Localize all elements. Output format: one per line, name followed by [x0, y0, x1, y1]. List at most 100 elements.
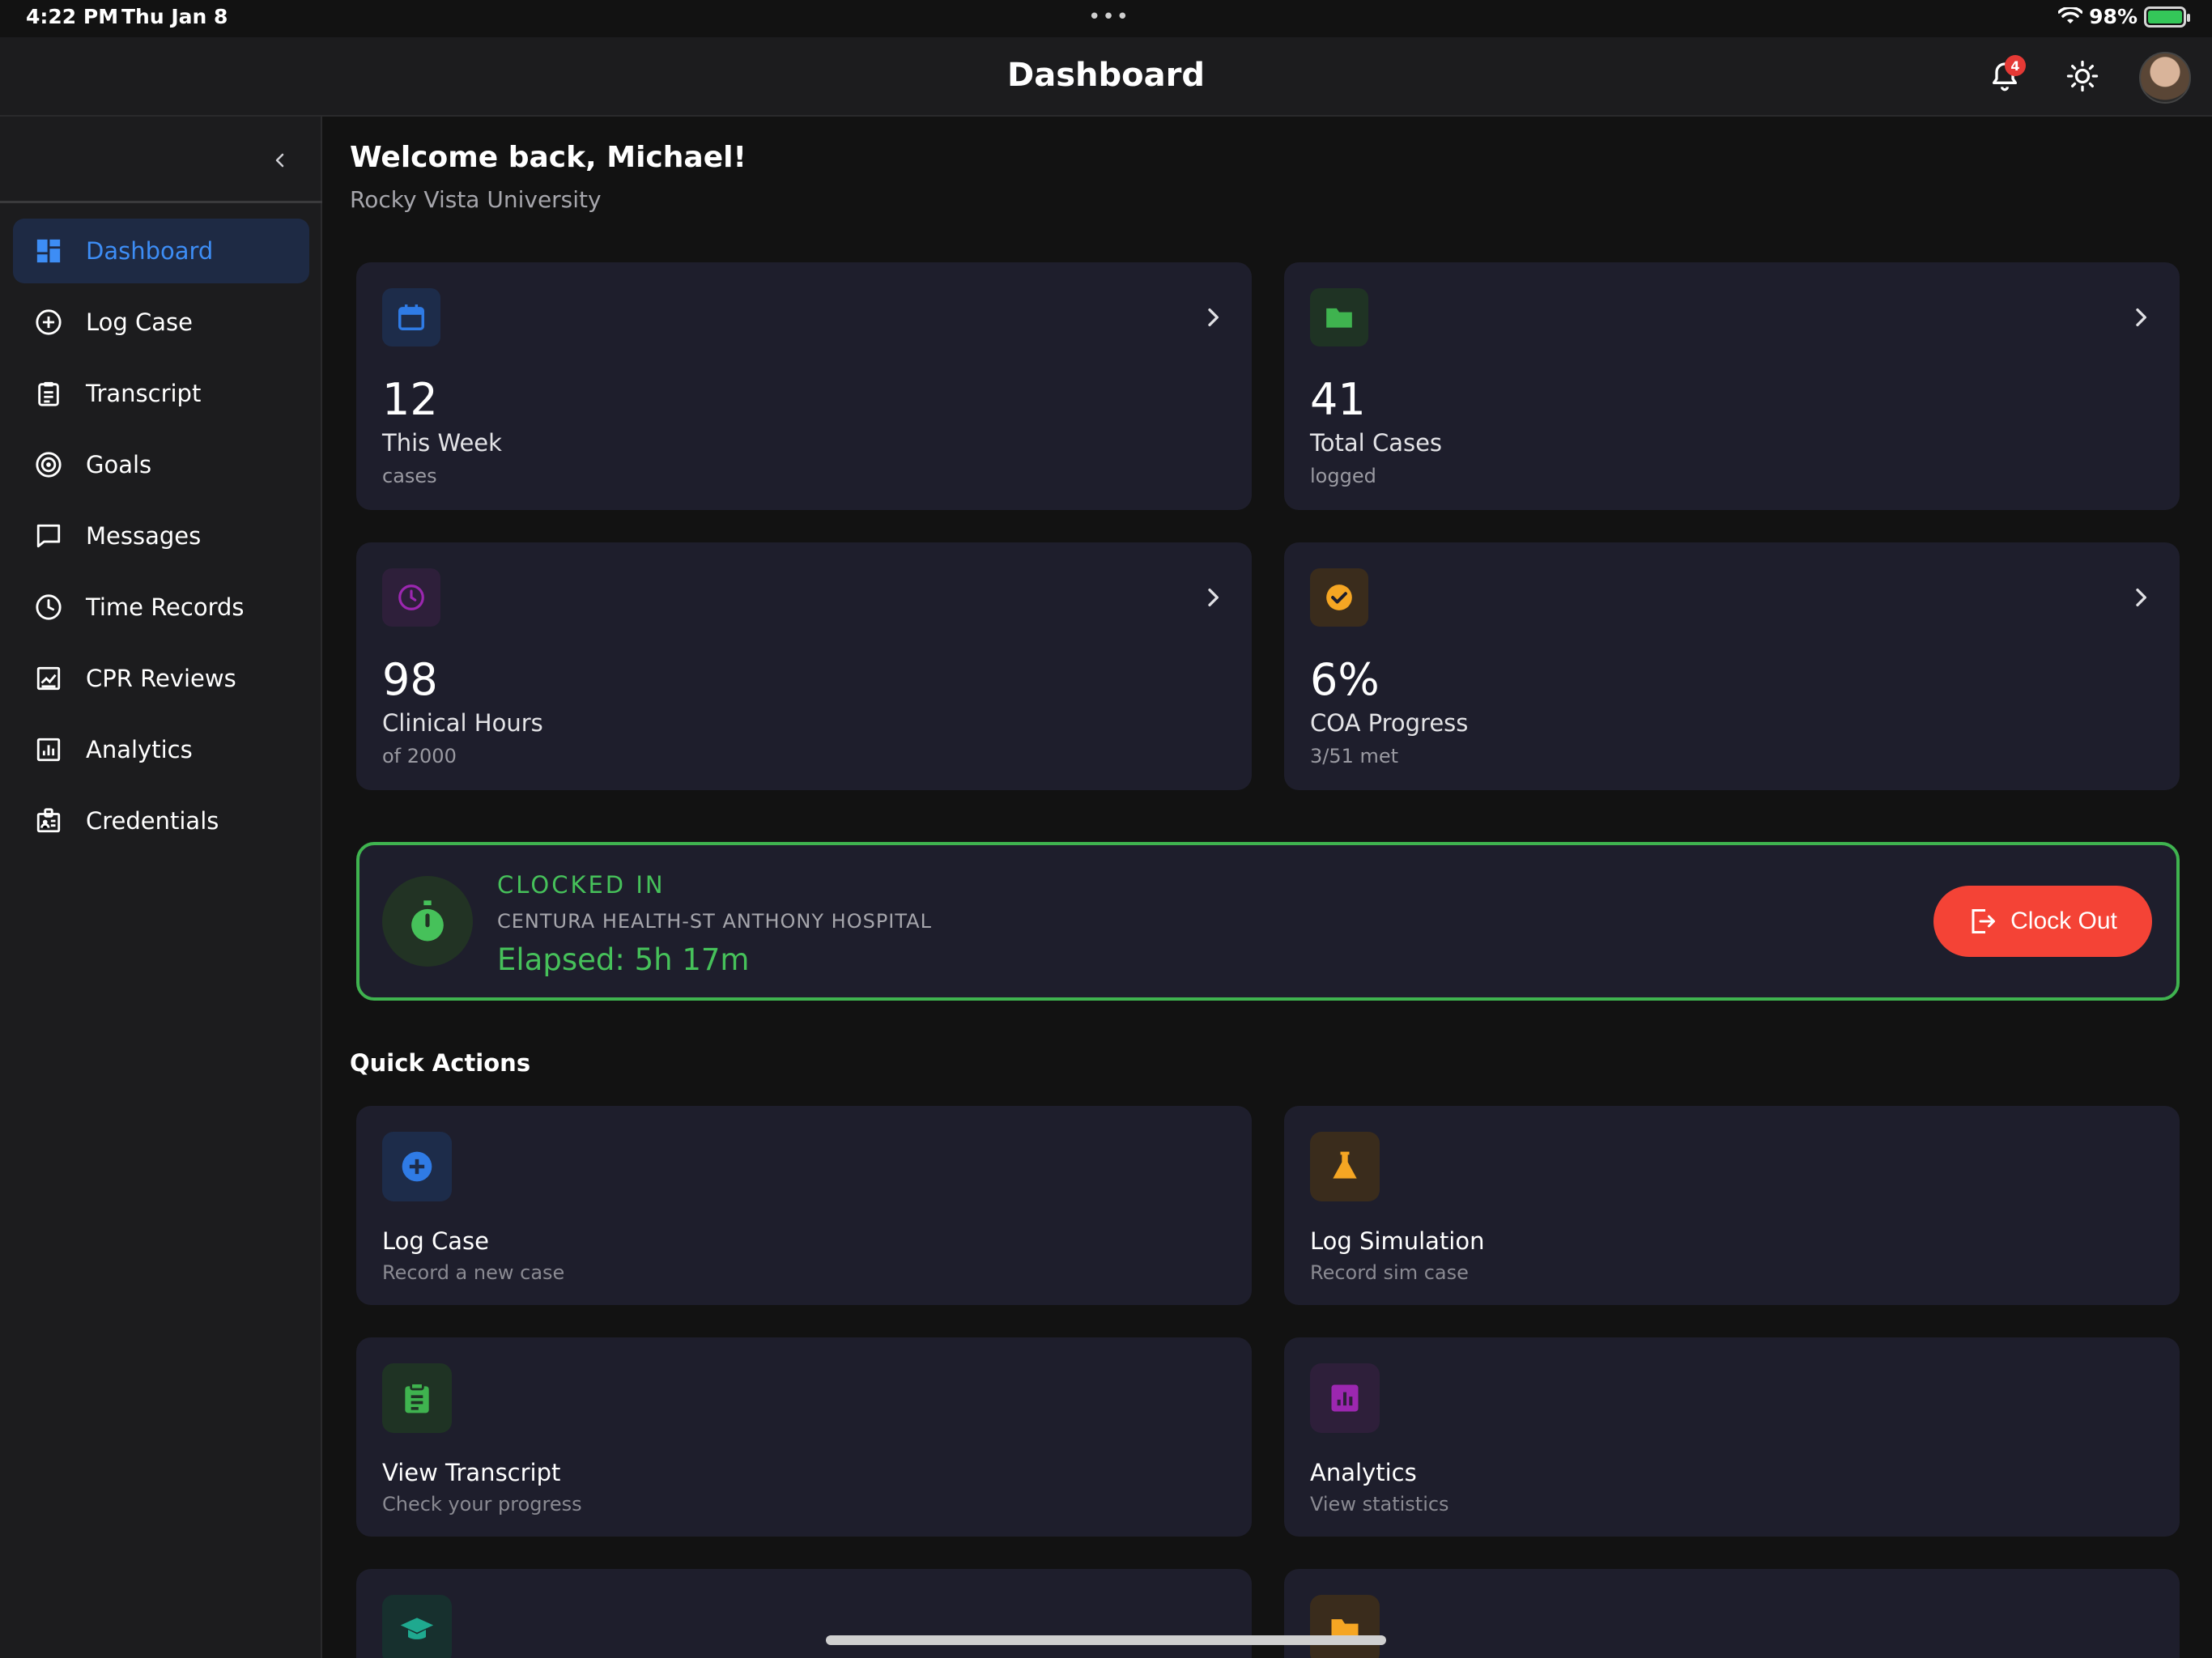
folder-icon [1310, 288, 1368, 346]
sidebar-item-credentials[interactable]: Credentials [13, 789, 309, 853]
clock-icon [32, 591, 65, 623]
stat-label: Clinical Hours [382, 709, 543, 737]
battery-percent: 98% [2089, 5, 2138, 28]
stat-card-total-cases[interactable]: 41 Total Cases logged [1284, 262, 2180, 510]
quick-action-label: Log Case [382, 1227, 489, 1255]
clock-site: CENTURA HEALTH-ST ANTHONY HOSPITAL [497, 910, 932, 933]
school-name: Rocky Vista University [350, 186, 602, 213]
quick-action-label: View Transcript [382, 1459, 561, 1486]
stat-label: This Week [382, 429, 502, 457]
sidebar-item-label: CPR Reviews [86, 665, 236, 692]
stat-card-clinical-hours[interactable]: 98 Clinical Hours of 2000 [356, 542, 1252, 790]
stat-value: 41 [1310, 374, 1366, 425]
sidebar-divider [0, 201, 322, 203]
stat-sublabel: 3/51 met [1310, 745, 1399, 767]
quick-action-analytics[interactable]: Analytics View statistics [1284, 1337, 2180, 1537]
chevron-right-icon [2136, 589, 2146, 606]
main-content: Welcome back, Michael! Rocky Vista Unive… [324, 117, 2212, 1658]
sidebar-item-dashboard[interactable]: Dashboard [13, 219, 309, 283]
graduation-cap-icon [382, 1595, 452, 1658]
page-title: Dashboard [1007, 57, 1205, 94]
clipboard-icon [382, 1363, 452, 1433]
quick-action-log-case[interactable]: Log Case Record a new case [356, 1106, 1252, 1305]
analytics-icon [1310, 1363, 1380, 1433]
clock-status: CLOCKED IN [497, 871, 666, 899]
calendar-icon [382, 288, 440, 346]
quick-actions-title: Quick Actions [350, 1049, 531, 1077]
stat-sublabel: cases [382, 465, 437, 487]
app-header: Dashboard 4 [0, 37, 2212, 117]
chevron-left-icon [275, 153, 284, 168]
wifi-icon [2058, 6, 2083, 23]
chevron-right-icon [1208, 589, 1219, 606]
stat-value: 12 [382, 374, 438, 425]
notification-badge: 4 [2005, 55, 2026, 76]
stopwatch-icon [382, 876, 473, 967]
plus-circle-icon [382, 1132, 452, 1201]
stat-sublabel: logged [1310, 465, 1376, 487]
status-date: Thu Jan 8 [121, 5, 228, 28]
target-icon [32, 449, 65, 481]
theme-toggle-button[interactable] [2060, 53, 2105, 99]
sidebar-item-time-records[interactable]: Time Records [13, 575, 309, 640]
stat-label: Total Cases [1310, 429, 1443, 457]
chevron-right-icon [2136, 308, 2146, 326]
home-indicator[interactable] [826, 1635, 1386, 1645]
status-bar: 4:22 PM Thu Jan 8 ••• 98% [0, 0, 2212, 37]
sidebar-item-label: Log Case [86, 308, 193, 336]
clock-in-card: CLOCKED IN CENTURA HEALTH-ST ANTHONY HOS… [356, 842, 2180, 1001]
stat-value: 98 [382, 654, 438, 705]
quick-action-card-partial[interactable] [1284, 1569, 2180, 1658]
notifications-button[interactable]: 4 [1982, 53, 2027, 99]
sidebar-item-cpr-reviews[interactable]: CPR Reviews [13, 646, 309, 711]
sidebar-item-label: Messages [86, 522, 202, 550]
sun-icon [2066, 60, 2099, 92]
collapse-sidebar-button[interactable] [266, 146, 295, 175]
clipboard-icon [32, 377, 65, 410]
stat-sublabel: of 2000 [382, 745, 457, 767]
clock-out-button[interactable]: Clock Out [1933, 886, 2152, 957]
logout-icon [1972, 909, 1996, 933]
quick-action-sublabel: Check your progress [382, 1493, 582, 1516]
quick-action-log-simulation[interactable]: Log Simulation Record sim case [1284, 1106, 2180, 1305]
quick-action-view-transcript[interactable]: View Transcript Check your progress [356, 1337, 1252, 1537]
chevron-right-icon [1208, 308, 1219, 326]
status-time: 4:22 PM [26, 5, 119, 28]
multitasking-dots[interactable]: ••• [1088, 5, 1130, 29]
quick-action-sublabel: View statistics [1310, 1493, 1449, 1516]
sidebar-item-label: Analytics [86, 736, 193, 763]
stat-card-this-week[interactable]: 12 This Week cases [356, 262, 1252, 510]
stat-card-coa-progress[interactable]: 6% COA Progress 3/51 met [1284, 542, 2180, 790]
clock-out-label: Clock Out [2010, 908, 2117, 934]
user-avatar[interactable] [2139, 52, 2191, 104]
sidebar-item-label: Credentials [86, 807, 219, 835]
quick-action-label: Analytics [1310, 1459, 1417, 1486]
message-icon [32, 520, 65, 552]
clock-icon [382, 568, 440, 627]
sidebar-item-log-case[interactable]: Log Case [13, 290, 309, 355]
sidebar-nav: Dashboard Log Case Transcript Goals Mess… [13, 219, 309, 860]
sidebar-item-label: Goals [86, 451, 152, 478]
sidebar-item-messages[interactable]: Messages [13, 504, 309, 568]
sidebar-item-label: Time Records [86, 593, 245, 621]
sidebar: Dashboard Log Case Transcript Goals Mess… [0, 117, 322, 1658]
sidebar-item-analytics[interactable]: Analytics [13, 717, 309, 782]
sidebar-item-label: Dashboard [86, 237, 214, 265]
welcome-heading: Welcome back, Michael! [350, 141, 747, 174]
stat-value: 6% [1310, 654, 1380, 705]
sidebar-item-goals[interactable]: Goals [13, 432, 309, 497]
review-icon [32, 662, 65, 695]
flask-icon [1310, 1132, 1380, 1201]
status-right: 98% [2058, 5, 2190, 28]
badge-icon [32, 805, 65, 837]
stat-label: COA Progress [1310, 709, 1469, 737]
clock-elapsed: Elapsed: 5h 17m [497, 942, 750, 977]
sidebar-item-transcript[interactable]: Transcript [13, 361, 309, 426]
dashboard-icon [32, 235, 65, 267]
quick-action-label: Log Simulation [1310, 1227, 1485, 1255]
folder-icon [1310, 1595, 1380, 1658]
quick-action-sublabel: Record a new case [382, 1261, 565, 1284]
analytics-icon [32, 733, 65, 766]
plus-circle-icon [32, 306, 65, 338]
check-circle-icon [1310, 568, 1368, 627]
